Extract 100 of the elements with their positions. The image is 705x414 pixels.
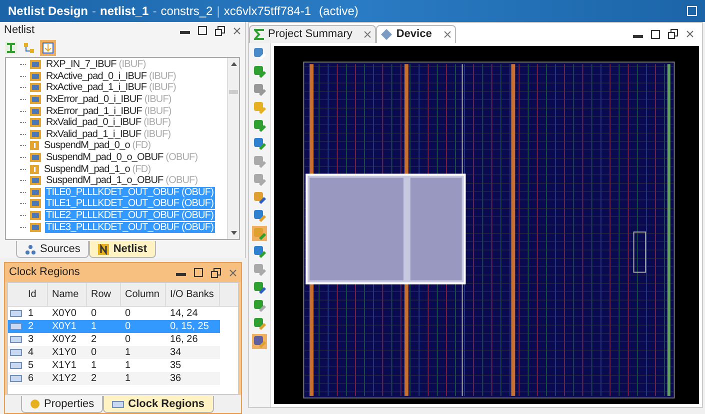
- table-cell-text: 35: [169, 359, 182, 372]
- close-icon[interactable]: [229, 268, 237, 276]
- table-cell-text: 16, 26: [169, 333, 199, 346]
- restore-icon[interactable]: [211, 268, 221, 278]
- tree-item[interactable]: SuspendM_pad_1_o_OBUF (OBUF): [45, 175, 199, 186]
- table-cell-text: 3: [27, 333, 35, 346]
- region-icon: [10, 336, 22, 343]
- scroll-down-icon[interactable]: [230, 231, 236, 235]
- tree-item[interactable]: SuspendM_pad_0_o (FD): [43, 140, 152, 152]
- buffer-cell-icon: [30, 83, 41, 92]
- table-cell-text: 0: [124, 333, 132, 346]
- tree-item[interactable]: SuspendM_pad_0_o_OBUF (OBUF): [45, 152, 199, 164]
- tree-item[interactable]: RxError_pad_0_i_IBUF (IBUF): [45, 94, 172, 106]
- buffer-cell-icon: [30, 106, 41, 116]
- maximize-icon[interactable]: [651, 30, 660, 38]
- scroll-up-icon[interactable]: [230, 62, 236, 66]
- panel-tab[interactable]: Clock Regions: [103, 396, 214, 413]
- flipflop-cell-icon: [30, 164, 39, 174]
- buffer-cell-icon: [30, 153, 41, 162]
- maximize-icon[interactable]: [198, 26, 207, 35]
- flipflop-cell-icon: [30, 141, 39, 150]
- table-cell-text: X1Y0: [51, 346, 78, 359]
- sources-icon: [25, 244, 36, 254]
- tree-item[interactable]: RxError_pad_1_i_IBUF (IBUF): [45, 106, 172, 117]
- tool-icon[interactable]: [252, 280, 267, 295]
- window-title: Netlist Design: [8, 3, 88, 20]
- panel-tab[interactable]: Netlist: [89, 241, 156, 258]
- table-cell-text: 34: [169, 346, 182, 359]
- column-header[interactable]: Name: [48, 283, 87, 306]
- tool-icon[interactable]: [252, 334, 267, 349]
- column-header[interactable]: I/O Banks: [166, 283, 220, 306]
- table-cell-text: 0: [124, 320, 132, 333]
- tree-item[interactable]: RxValid_pad_1_i_IBUF (IBUF): [45, 128, 172, 140]
- table-cell-text: 4: [27, 346, 35, 359]
- tool-icon[interactable]: [252, 190, 267, 205]
- restore-icon[interactable]: [215, 26, 225, 36]
- close-icon[interactable]: [686, 30, 694, 38]
- constraint-set: constrs_2: [160, 3, 213, 20]
- tool-icon[interactable]: [252, 64, 267, 79]
- close-icon[interactable]: [364, 31, 372, 38]
- buffer-cell-icon: [30, 130, 41, 139]
- region-icon: [10, 375, 22, 382]
- minimize-icon[interactable]: [633, 34, 643, 38]
- column-header[interactable]: Id: [24, 283, 48, 306]
- table-cell-text: 2: [27, 320, 35, 333]
- table-cell-text: X0Y0: [51, 307, 78, 320]
- table-cell-text: 0, 15, 25: [169, 320, 210, 333]
- table-cell-text: 6: [27, 372, 35, 385]
- region-icon: [10, 310, 22, 317]
- close-icon[interactable]: [444, 31, 451, 38]
- panel-tab[interactable]: Sources: [16, 241, 90, 258]
- tool-icon[interactable]: [252, 316, 267, 331]
- tool-icon[interactable]: [252, 298, 267, 313]
- tool-icon[interactable]: [252, 118, 267, 133]
- tool-icon[interactable]: [252, 46, 267, 61]
- table-cell-text: 0: [90, 307, 98, 320]
- region-icon: [10, 349, 22, 356]
- table-cell-text: 5: [27, 359, 35, 372]
- buffer-cell-icon: [30, 199, 41, 208]
- tree-item[interactable]: RxActive_pad_0_i_IBUF (IBUF): [45, 70, 177, 82]
- buffer-cell-icon: [30, 118, 41, 128]
- show-cells-icon[interactable]: [40, 40, 56, 56]
- column-header[interactable]: Row: [87, 283, 121, 306]
- restore-icon[interactable]: [668, 29, 678, 39]
- netlist-icon: [98, 244, 110, 254]
- tool-icon[interactable]: [252, 82, 267, 97]
- tree-item[interactable]: RxActive_pad_1_i_IBUF (IBUF): [45, 82, 177, 94]
- tool-icon[interactable]: [252, 208, 267, 223]
- sigma-icon: [254, 29, 264, 40]
- column-header[interactable]: Column: [121, 283, 166, 306]
- panel-tab[interactable]: Properties: [21, 396, 104, 413]
- panel-title: Netlist: [4, 23, 35, 38]
- table-row[interactable]: 4 X1Y0 0 1 34: [8, 346, 220, 359]
- editor-tab[interactable]: Project Summary: [249, 25, 376, 43]
- tree-item[interactable]: RxValid_pad_0_i_IBUF (IBUF): [45, 117, 172, 128]
- close-icon[interactable]: [233, 26, 241, 34]
- table-cell-text: 2: [90, 372, 98, 385]
- tool-icon[interactable]: [252, 136, 267, 151]
- table-cell-text: X0Y2: [51, 333, 78, 346]
- expand-all-icon[interactable]: [4, 41, 18, 55]
- table-row[interactable]: 6 X1Y2 2 1 36: [8, 372, 220, 385]
- buffer-cell-icon: [30, 176, 41, 186]
- table-cell-text: X1Y1: [51, 359, 78, 372]
- scrollbar[interactable]: [227, 58, 239, 239]
- properties-icon: [30, 399, 40, 409]
- tree-item[interactable]: SuspendM_pad_1_o (FD): [43, 164, 152, 175]
- part-name: xc6vlx75tff784-1: [224, 3, 312, 20]
- title-separator: -: [92, 3, 96, 20]
- table-cell-text: 2: [90, 333, 98, 346]
- design-name: netlist_1: [100, 3, 149, 20]
- table-cell-text: 1: [124, 346, 132, 359]
- tool-icon[interactable]: [252, 244, 267, 259]
- buffer-cell-icon: [30, 188, 41, 197]
- table-cell-text: 1: [90, 359, 98, 372]
- buffer-cell-icon: [30, 211, 41, 220]
- hierarchy-icon[interactable]: [22, 41, 36, 55]
- buffer-cell-icon: [30, 222, 41, 232]
- maximize-icon[interactable]: [194, 268, 203, 277]
- tree-item[interactable]: RXP_IN_7_IBUF (IBUF): [45, 59, 147, 70]
- editor-tab[interactable]: Device: [376, 25, 456, 43]
